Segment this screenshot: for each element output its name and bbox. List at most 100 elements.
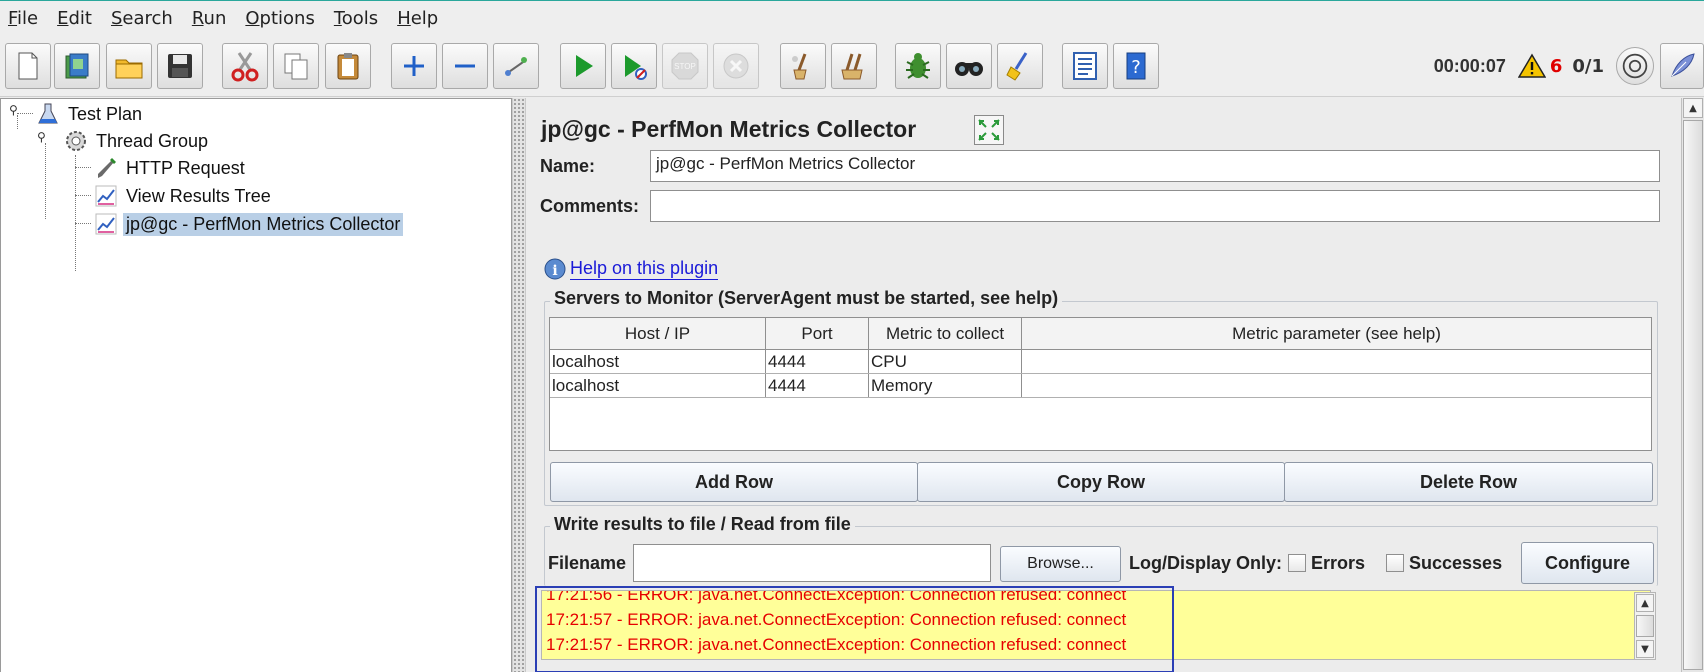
remote-status-button[interactable]	[1616, 47, 1654, 85]
tree-node-http-request[interactable]: HTTP Request	[93, 155, 248, 181]
maximize-icon	[978, 119, 1000, 141]
log-line: 17:21:57 - ERROR: java.net.ConnectExcept…	[546, 610, 1127, 629]
new-icon	[18, 52, 38, 80]
scroll-up-icon[interactable]: ▲	[1683, 98, 1703, 118]
table-cell[interactable]: 4444	[766, 350, 869, 373]
errors-label: Errors	[1311, 553, 1366, 573]
menu-bar: File Edit Search Run Options Tools Help	[0, 1, 1704, 35]
svg-text:i: i	[552, 263, 557, 279]
log-line: 17:21:56 - ERROR: java.net.ConnectExcept…	[546, 590, 1127, 604]
start-no-pauses-button[interactable]	[611, 43, 657, 89]
clear-button[interactable]	[780, 43, 826, 89]
successes-checkbox[interactable]	[1386, 554, 1404, 572]
add-row-button[interactable]: Add Row	[550, 462, 918, 502]
element-editor: jp@gc - PerfMon Metrics Collector Name: …	[526, 98, 1681, 672]
test-plan-tree[interactable]: ⚲ Test Plan ⚲ Thread Group HTTP Request …	[0, 98, 512, 672]
tree-node-thread-group[interactable]: Thread Group	[63, 128, 211, 154]
new-button[interactable]	[5, 43, 51, 89]
stop-button[interactable]: STOP	[662, 43, 708, 89]
filename-field[interactable]	[633, 544, 991, 582]
help-on-plugin-link[interactable]: Help on this plugin	[570, 258, 719, 280]
save-button[interactable]	[157, 43, 203, 89]
collapse-all-button[interactable]	[442, 43, 488, 89]
table-row[interactable]: localhost 4444 Memory	[550, 374, 1651, 398]
column-header[interactable]: Metric to collect	[869, 318, 1022, 349]
paste-icon	[337, 53, 359, 80]
tree-node-perfmon-collector[interactable]: jp@gc - PerfMon Metrics Collector	[93, 211, 404, 237]
menu-help[interactable]: Help	[397, 8, 438, 29]
menu-file[interactable]: File	[8, 8, 38, 29]
warning-icon[interactable]	[1517, 53, 1546, 79]
help-link-row[interactable]: i Help on this plugin	[544, 258, 719, 280]
table-cell[interactable]	[1022, 374, 1651, 397]
menu-options[interactable]: Options	[245, 8, 314, 29]
table-row[interactable]: localhost 4444 CPU	[550, 350, 1651, 374]
expand-all-button[interactable]	[391, 43, 437, 89]
delete-row-button[interactable]: Delete Row	[1284, 462, 1653, 502]
search-icon	[955, 62, 983, 76]
toggle-button[interactable]	[493, 43, 539, 89]
open-button[interactable]	[106, 43, 152, 89]
log-viewer-button[interactable]	[1062, 43, 1108, 89]
scroll-up-icon[interactable]: ▲	[1636, 594, 1654, 612]
search-button[interactable]	[946, 43, 992, 89]
column-header[interactable]: Metric parameter (see help)	[1022, 318, 1651, 349]
svg-text:STOP: STOP	[674, 62, 696, 71]
table-cell[interactable]: localhost	[550, 374, 766, 397]
file-group-title: Write results to file / Read from file	[550, 514, 855, 535]
svg-text:?: ?	[1131, 57, 1141, 78]
comments-field[interactable]	[650, 190, 1660, 222]
scroll-thumb[interactable]	[1636, 615, 1654, 637]
reset-search-button[interactable]	[997, 43, 1043, 89]
main-scrollbar[interactable]: ▲	[1681, 98, 1704, 672]
table-cell[interactable]: localhost	[550, 350, 766, 373]
scroll-down-icon[interactable]: ▼	[1636, 640, 1654, 658]
function-helper-button[interactable]	[895, 43, 941, 89]
copy-button[interactable]	[273, 43, 319, 89]
help-button[interactable]: ?	[1113, 43, 1159, 89]
save-icon	[168, 54, 192, 78]
start-button[interactable]	[560, 43, 606, 89]
tree-node-test-plan[interactable]: Test Plan	[35, 101, 145, 127]
shutdown-button[interactable]	[713, 43, 759, 89]
log-scrollbar[interactable]: ▲ ▼	[1634, 592, 1656, 660]
table-cell[interactable]: 4444	[766, 374, 869, 397]
servers-table[interactable]: Host / IP Port Metric to collect Metric …	[549, 317, 1652, 451]
collapse-toggle[interactable]: ⚲	[37, 130, 46, 144]
theme-button[interactable]	[1660, 43, 1704, 89]
column-header[interactable]: Host / IP	[550, 318, 766, 349]
errors-checkbox[interactable]	[1288, 554, 1306, 572]
collapse-toggle[interactable]: ⚲	[9, 103, 18, 117]
menu-tools[interactable]: Tools	[334, 8, 378, 29]
templates-button[interactable]	[54, 43, 100, 89]
configure-button[interactable]: Configure	[1521, 542, 1654, 584]
table-cell[interactable]: Memory	[869, 374, 1022, 397]
listener-icon	[93, 211, 119, 237]
tree-node-view-results-tree[interactable]: View Results Tree	[93, 183, 274, 209]
function-helper-icon	[906, 53, 930, 79]
feather-icon	[1671, 53, 1695, 77]
successes-label: Successes	[1409, 553, 1503, 573]
start-no-pauses-icon	[625, 55, 647, 80]
table-cell[interactable]: CPU	[869, 350, 1022, 373]
browse-button[interactable]: Browse...	[1000, 546, 1121, 582]
active-threads: 0/1	[1572, 55, 1604, 77]
paste-button[interactable]	[325, 43, 371, 89]
filename-label: Filename	[548, 553, 627, 573]
table-cell[interactable]	[1022, 350, 1651, 373]
error-log-area[interactable]: 17:21:56 - ERROR: java.net.ConnectExcept…	[541, 590, 1651, 660]
copy-icon	[284, 53, 308, 80]
column-header[interactable]: Port	[766, 318, 869, 349]
menu-search[interactable]: Search	[111, 8, 173, 29]
copy-row-button[interactable]: Copy Row	[917, 462, 1285, 502]
clear-all-button[interactable]	[831, 43, 877, 89]
expand-panel-button[interactable]	[974, 115, 1004, 145]
cut-button[interactable]	[222, 43, 268, 89]
menu-run[interactable]: Run	[192, 8, 227, 29]
scroll-thumb[interactable]	[1683, 120, 1703, 670]
pane-splitter[interactable]	[512, 98, 526, 672]
menu-edit[interactable]: Edit	[57, 8, 92, 29]
name-field[interactable]: jp@gc - PerfMon Metrics Collector	[650, 150, 1660, 182]
info-icon: i	[544, 258, 566, 280]
open-icon	[115, 59, 143, 79]
